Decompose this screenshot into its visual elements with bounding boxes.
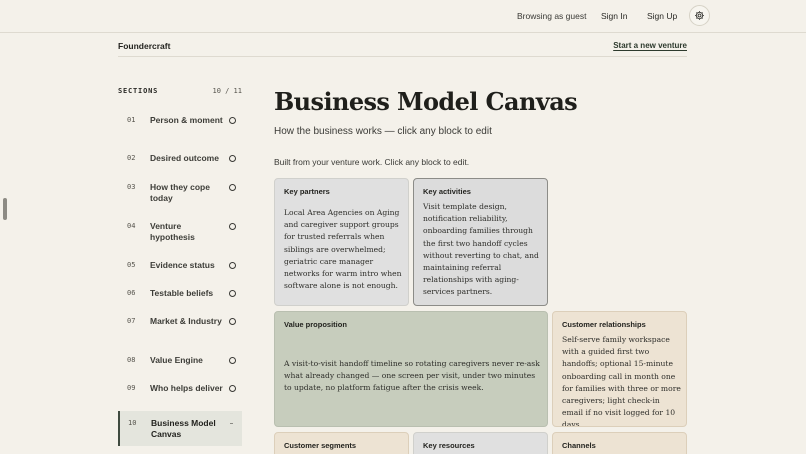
scrollbar-handle[interactable]: [3, 198, 7, 220]
canvas-block-customer-relationships[interactable]: Customer relationships Self-serve family…: [552, 311, 687, 427]
guest-status: Browsing as guest: [517, 11, 587, 21]
status-circle-icon: [229, 262, 236, 269]
block-body: Self-serve family workspace with a guide…: [562, 335, 681, 427]
sign-up-link[interactable]: Sign Up: [647, 11, 677, 21]
status-circle-icon: [229, 290, 236, 297]
sidebar-item-business-model-canvas[interactable]: 10 Business Model Canvas: [118, 411, 242, 446]
block-title: Value proposition: [284, 320, 347, 329]
sections-progress: 10 / 11: [212, 87, 242, 95]
canvas-block-key-activities[interactable]: Key activities Visit template design, no…: [413, 178, 548, 306]
sidebar-item-value-engine[interactable]: 08 Value Engine: [119, 348, 243, 375]
canvas-block-value-proposition[interactable]: Value proposition A visit-to-visit hando…: [274, 311, 548, 427]
sidebar-item-person-moment[interactable]: 01 Person & moment: [119, 109, 243, 145]
page-title: Business Model Canvas: [274, 87, 578, 116]
status-circle-icon: [229, 318, 236, 325]
sign-in-link[interactable]: Sign In: [601, 11, 627, 21]
section-label: Venture hypothesis: [150, 221, 195, 242]
section-number: 07: [127, 317, 136, 325]
status-circle-icon: [229, 223, 236, 230]
section-label: Market & Industry: [150, 316, 222, 326]
page-subtitle: How the business works — click any block…: [274, 126, 492, 137]
canvas-block-channels[interactable]: Channels: [552, 432, 687, 454]
sidebar-item-market-industry[interactable]: 07 Market & Industry: [119, 309, 243, 347]
status-circle-icon: [229, 117, 236, 124]
canvas-block-key-partners[interactable]: Key partners Local Area Agencies on Agin…: [274, 178, 409, 306]
block-body: A visit-to-visit handoff timeline so rot…: [284, 359, 540, 393]
canvas-block-key-resources[interactable]: Key resources: [413, 432, 548, 454]
block-body: Local Area Agencies on Aging and caregiv…: [284, 208, 402, 291]
sidebar-item-venture-hypothesis[interactable]: 04 Venture hypothesis: [119, 214, 243, 252]
section-label: Business Model Canvas: [151, 418, 216, 439]
status-circle-icon: [229, 357, 236, 364]
section-label: How they cope today: [150, 182, 210, 203]
sidebar-item-how-they-cope[interactable]: 03 How they cope today: [119, 175, 243, 213]
section-label: Desired outcome: [150, 153, 219, 163]
status-circle-icon: [229, 155, 236, 162]
sidebar-item-evidence-status[interactable]: 05 Evidence status: [119, 253, 243, 280]
section-label: Evidence status: [150, 260, 215, 270]
status-circle-icon: [229, 385, 236, 392]
section-number: 06: [127, 289, 136, 297]
brand-name[interactable]: Foundercraft: [118, 41, 170, 51]
brand-bar: Foundercraft Start a new venture: [118, 40, 687, 57]
block-title: Channels: [562, 441, 596, 450]
intro-text: Built from your venture work. Click any …: [274, 157, 470, 167]
sidebar-item-desired-outcome[interactable]: 02 Desired outcome: [119, 146, 243, 174]
section-number: 03: [127, 183, 136, 191]
sections-header: SECTIONS 10 / 11: [118, 87, 242, 105]
start-new-venture-link[interactable]: Start a new venture: [613, 41, 687, 50]
block-title: Customer segments: [284, 441, 357, 450]
sections-heading: SECTIONS: [118, 87, 159, 95]
section-label: Person & moment: [150, 115, 223, 125]
block-body: Visit template design, notification reli…: [423, 202, 539, 297]
gear-icon: [695, 11, 704, 20]
block-title: Customer relationships: [562, 320, 646, 329]
section-number: 02: [127, 154, 136, 162]
section-label: Testable beliefs: [150, 288, 214, 298]
top-bar: Browsing as guest Sign In Sign Up: [0, 0, 806, 33]
sidebar-item-who-helps-deliver[interactable]: 09 Who helps deliver: [119, 376, 243, 410]
block-title: Key activities: [423, 187, 471, 196]
settings-button[interactable]: [689, 5, 710, 26]
section-label: Who helps deliver: [150, 383, 223, 393]
block-title: Key partners: [284, 187, 330, 196]
section-label: Value Engine: [150, 355, 203, 365]
canvas-block-customer-segments[interactable]: Customer segments: [274, 432, 409, 454]
section-number: 08: [127, 356, 136, 364]
status-dash-icon: [230, 423, 233, 424]
block-title: Key resources: [423, 441, 475, 450]
status-circle-icon: [229, 184, 236, 191]
section-number: 10: [128, 419, 137, 427]
section-number: 05: [127, 261, 136, 269]
sections-sidebar: SECTIONS 10 / 11 01 Person & moment 02 D…: [118, 87, 242, 446]
section-number: 04: [127, 222, 136, 230]
section-number: 01: [127, 116, 136, 124]
section-number: 09: [127, 384, 136, 392]
sidebar-item-testable-beliefs[interactable]: 06 Testable beliefs: [119, 281, 243, 308]
